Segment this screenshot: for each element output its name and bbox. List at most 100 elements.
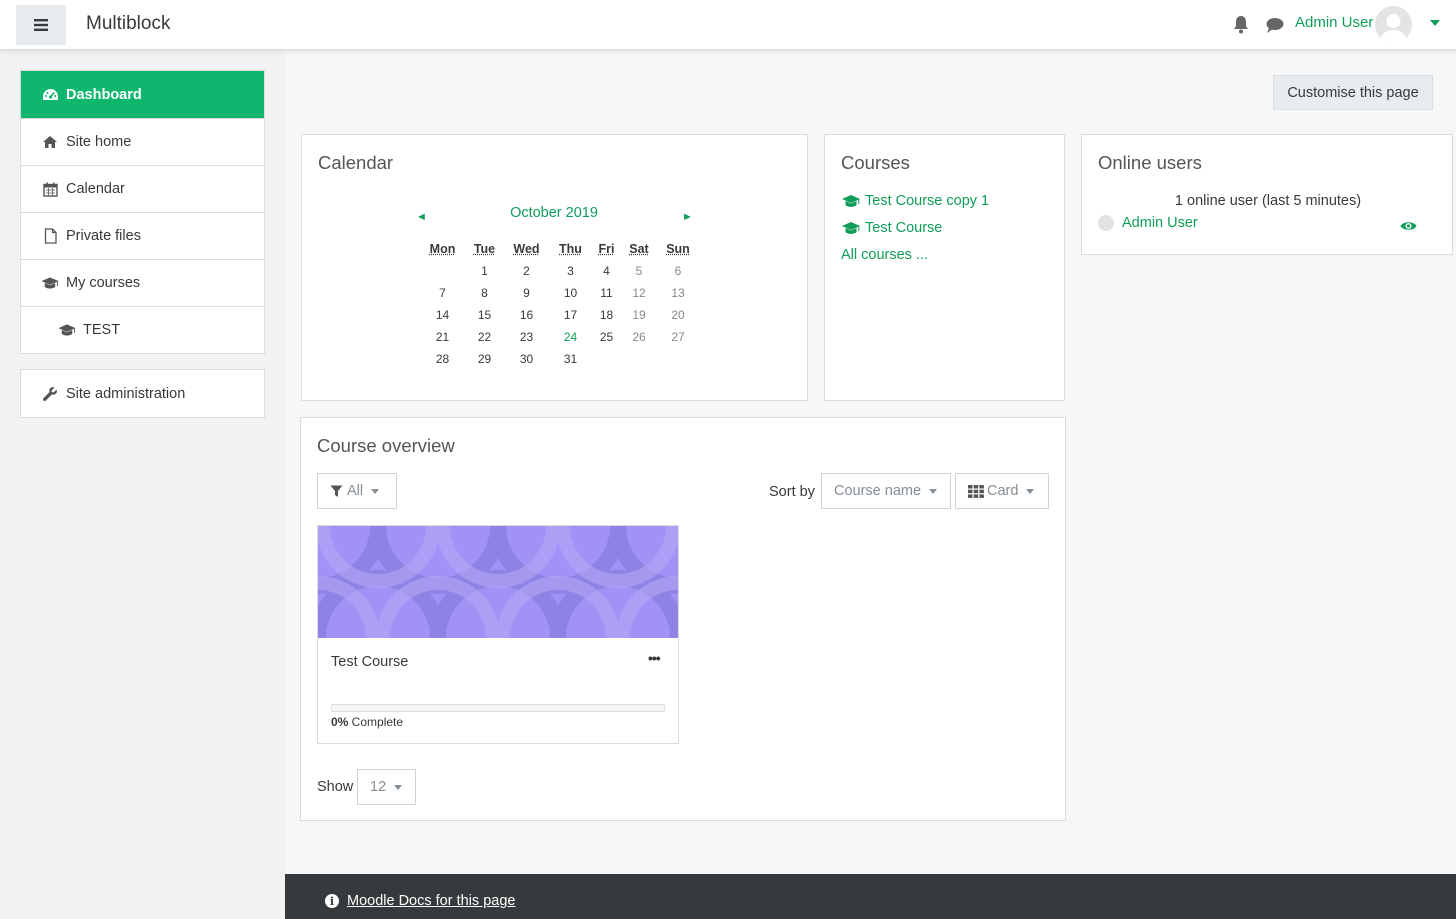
calendar-day[interactable]: 11 — [594, 282, 619, 304]
calendar-day[interactable]: 28 — [422, 348, 463, 370]
calendar-day[interactable]: 19 — [619, 304, 659, 326]
user-avatar[interactable] — [1375, 6, 1412, 43]
all-courses-link[interactable]: All courses ... — [841, 247, 928, 263]
calendar-day-header: Fri — [598, 242, 615, 256]
calendar-day[interactable]: 4 — [594, 260, 619, 282]
nav-item-label: Site home — [66, 134, 132, 150]
calendar-next-month-button[interactable]: ► — [682, 211, 693, 223]
course-link-label: Test Course — [865, 220, 943, 236]
calendar-day[interactable]: 9 — [506, 282, 547, 304]
nav-item-test-course[interactable]: TEST — [21, 306, 264, 353]
calendar-day[interactable]: 6 — [659, 260, 697, 282]
calendar-day[interactable]: 26 — [619, 326, 659, 348]
nav-item-label: My courses — [66, 275, 141, 291]
home-icon — [41, 134, 59, 150]
calendar-day[interactable]: 20 — [659, 304, 697, 326]
nav-item-site-home[interactable]: Site home — [21, 118, 264, 165]
calendar-day[interactable]: 16 — [506, 304, 547, 326]
nav-item-label: Private files — [66, 228, 141, 244]
online-user-link[interactable]: Admin User — [1098, 215, 1198, 231]
calendar-block: Calendar ◄ October 2019 ► Mon Tue Wed Th… — [301, 134, 808, 401]
nav-list-admin: Site administration — [20, 369, 265, 418]
course-link[interactable]: Test Course — [841, 220, 942, 236]
calendar-day[interactable]: 31 — [547, 348, 594, 370]
messages-chat-icon[interactable] — [1265, 16, 1285, 34]
nav-item-private-files[interactable]: Private files — [21, 212, 264, 259]
notifications-bell-icon[interactable] — [1232, 15, 1250, 35]
course-progress-percent: 0% — [331, 715, 349, 729]
calendar-table: Mon Tue Wed Thu Fri Sat Sun 1 2 3 4 5 6 7 8 9 10 1… — [422, 238, 697, 370]
sort-dropdown[interactable]: Course name — [821, 473, 951, 509]
calendar-day[interactable]: 15 — [463, 304, 506, 326]
course-link-label: Test Course copy 1 — [865, 193, 990, 209]
calendar-month-link[interactable]: October 2019 — [302, 205, 806, 221]
online-users-summary: 1 online user (last 5 minutes) — [1174, 193, 1362, 209]
calendar-day[interactable]: 29 — [463, 348, 506, 370]
calendar-day-header: Tue — [473, 242, 496, 256]
nav-item-dashboard[interactable]: Dashboard — [21, 71, 264, 118]
calendar-empty-day — [422, 260, 463, 282]
info-icon: i — [325, 894, 339, 908]
dashboard-icon — [41, 87, 59, 103]
nav-item-label: Calendar — [66, 181, 125, 197]
calendar-week-row: 7 8 9 10 11 12 13 — [422, 282, 697, 304]
view-dropdown[interactable]: Card — [955, 473, 1049, 509]
calendar-day[interactable]: 3 — [547, 260, 594, 282]
online-users-block-title: Online users — [1098, 152, 1202, 173]
drawer-toggle-button[interactable] — [16, 5, 66, 45]
calendar-day[interactable]: 23 — [506, 326, 547, 348]
paging-value: 12 — [370, 779, 387, 795]
calendar-day[interactable]: 2 — [506, 260, 547, 282]
course-progress-suffix: Complete — [348, 715, 404, 729]
nav-item-calendar[interactable]: Calendar — [21, 165, 264, 212]
grid-icon — [968, 484, 984, 498]
course-card-menu-button[interactable]: ••• — [648, 650, 661, 666]
eye-icon[interactable] — [1400, 220, 1417, 232]
calendar-day[interactable]: 14 — [422, 304, 463, 326]
calendar-day[interactable]: 13 — [659, 282, 697, 304]
calendar-day[interactable]: 25 — [594, 326, 619, 348]
calendar-day[interactable]: 24 — [547, 326, 594, 348]
paging-dropdown[interactable]: 12 — [357, 769, 416, 805]
course-overview-block: Course overview All Sort by Course name … — [300, 417, 1066, 821]
sort-value: Course name — [834, 483, 922, 499]
calendar-day[interactable]: 1 — [463, 260, 506, 282]
course-link[interactable]: Test Course copy 1 — [841, 193, 989, 209]
calendar-empty-day — [619, 348, 659, 370]
graduation-cap-icon — [842, 195, 860, 207]
calendar-block-title: Calendar — [318, 152, 394, 173]
user-menu-caret-icon[interactable] — [1430, 20, 1440, 26]
online-users-block: Online users 1 online user (last 5 minut… — [1081, 134, 1453, 255]
calendar-day[interactable]: 22 — [463, 326, 506, 348]
calendar-day[interactable]: 5 — [619, 260, 659, 282]
courses-block: Courses Test Course copy 1 Test Course A… — [824, 134, 1065, 401]
calendar-day[interactable]: 18 — [594, 304, 619, 326]
calendar-day[interactable]: 30 — [506, 348, 547, 370]
course-filter-dropdown[interactable]: All — [317, 473, 397, 509]
calendar-day[interactable]: 8 — [463, 282, 506, 304]
course-card[interactable]: Test Course ••• 0% Complete — [317, 525, 679, 744]
calendar-empty-day — [659, 348, 697, 370]
site-name[interactable]: Multiblock — [86, 13, 170, 35]
course-card-title[interactable]: Test Course — [331, 654, 408, 670]
hamburger-icon — [34, 19, 48, 31]
calendar-day-header: Sat — [629, 242, 649, 256]
calendar-day[interactable]: 7 — [422, 282, 463, 304]
calendar-day-header: Thu — [559, 242, 582, 256]
calendar-day[interactable]: 10 — [547, 282, 594, 304]
nav-item-site-administration[interactable]: Site administration — [21, 370, 264, 417]
calendar-week-row: 28 29 30 31 — [422, 348, 697, 370]
calendar-day[interactable]: 17 — [547, 304, 594, 326]
calendar-day[interactable]: 27 — [659, 326, 697, 348]
main-region: Customise this page Calendar ◄ October 2… — [285, 50, 1456, 874]
nav-item-my-courses[interactable]: My courses — [21, 259, 264, 306]
customise-page-button[interactable]: Customise this page — [1273, 75, 1433, 110]
nav-item-label: Dashboard — [66, 86, 142, 103]
chevron-down-icon — [371, 488, 380, 494]
calendar-day[interactable]: 21 — [422, 326, 463, 348]
moodle-docs-link[interactable]: Moodle Docs for this page — [347, 893, 515, 909]
user-menu-name[interactable]: Admin User — [1295, 14, 1373, 31]
course-card-image[interactable] — [318, 526, 678, 638]
calendar-day[interactable]: 12 — [619, 282, 659, 304]
course-filter-value: All — [347, 483, 364, 499]
